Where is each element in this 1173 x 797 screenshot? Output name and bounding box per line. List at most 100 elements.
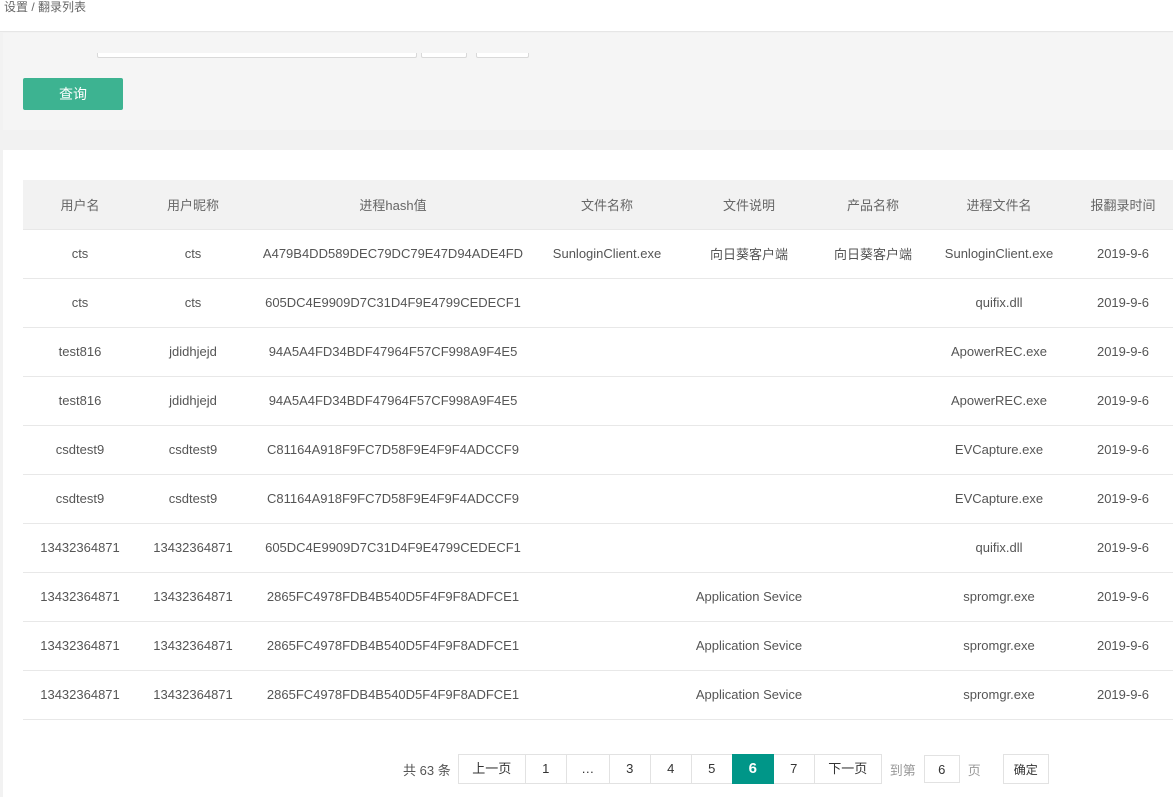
table-cell: 13432364871 bbox=[23, 670, 137, 720]
table-cell bbox=[821, 670, 925, 720]
table-cell: quifix.dll bbox=[925, 523, 1073, 573]
table-cell: csdtest9 bbox=[23, 425, 137, 475]
table-cell: Application Sevice bbox=[677, 670, 821, 720]
total-count: 共 63 条 bbox=[403, 762, 451, 778]
table-cell: 13432364871 bbox=[137, 670, 249, 720]
table-cell: Application Sevice bbox=[677, 621, 821, 671]
column-header: 进程文件名 bbox=[925, 180, 1073, 230]
prev-page-button[interactable]: 上一页 bbox=[457, 754, 526, 784]
table-panel: 用户名 用户昵称 进程hash值 文件名称 文件说明 产品名称 进程文件名 报翻… bbox=[3, 150, 1173, 797]
table-cell: cts bbox=[137, 229, 249, 279]
table-cell bbox=[821, 474, 925, 524]
table-cell: test816 bbox=[23, 327, 137, 377]
table-cell: quifix.dll bbox=[925, 278, 1073, 328]
table-cell: 94A5A4FD34BDF47964F57CF998A9F4E5 bbox=[249, 376, 537, 426]
table-cell: 13432364871 bbox=[23, 621, 137, 671]
goto-suffix-label: 页 bbox=[967, 762, 981, 778]
next-page-button[interactable]: 下一页 bbox=[813, 754, 882, 784]
table-cell: EVCapture.exe bbox=[925, 425, 1073, 475]
table-cell: spromgr.exe bbox=[925, 572, 1073, 622]
table-cell: 2019-9-6 bbox=[1073, 376, 1173, 426]
table-cell bbox=[537, 523, 677, 573]
pagination: 共 63 条 上一页 1 … 3 4 5 6 7 下一页 到第 页 确定 bbox=[403, 754, 1049, 784]
records-table: 用户名 用户昵称 进程hash值 文件名称 文件说明 产品名称 进程文件名 报翻… bbox=[23, 180, 1173, 720]
breadcrumb: 设置 / 翻录列表 bbox=[0, 0, 1173, 32]
table-cell bbox=[537, 621, 677, 671]
table-cell: cts bbox=[23, 229, 137, 279]
table-cell bbox=[821, 572, 925, 622]
table-cell: 2019-9-6 bbox=[1073, 425, 1173, 475]
table-cell bbox=[537, 572, 677, 622]
breadcrumb-current: 翻录列表 bbox=[38, 0, 87, 14]
table-row: test816 jdidhjejd 94A5A4FD34BDF47964F57CF9… bbox=[23, 327, 1173, 377]
table-cell: 2019-9-6 bbox=[1073, 278, 1173, 328]
table-cell: jdidhjejd bbox=[137, 376, 249, 426]
table-cell: 605DC4E9909D7C31D4F9E4799CEDECF1 bbox=[249, 278, 537, 328]
table-cell: 2019-9-6 bbox=[1073, 474, 1173, 524]
table-row: test816 jdidhjejd 94A5A4FD34BDF47964F57CF9… bbox=[23, 376, 1173, 426]
breadcrumb-separator: / bbox=[31, 0, 35, 14]
goto-prefix-label: 到第 bbox=[889, 762, 916, 778]
table-cell: 13432364871 bbox=[23, 572, 137, 622]
goto-page-input[interactable] bbox=[923, 755, 960, 783]
table-cell: 13432364871 bbox=[137, 523, 249, 573]
table-cell bbox=[537, 278, 677, 328]
breadcrumb-parent[interactable]: 设置 bbox=[4, 0, 28, 14]
table-row: cts cts A479B4DD589DEC79DC79E47D94ADE4FD Su… bbox=[23, 229, 1173, 279]
table-cell bbox=[677, 376, 821, 426]
table-cell: 向日葵客户端 bbox=[677, 229, 821, 279]
page-button-1[interactable]: 1 bbox=[524, 754, 567, 784]
table-cell: 2019-9-6 bbox=[1073, 327, 1173, 377]
table-cell: 2019-9-6 bbox=[1073, 621, 1173, 671]
table-cell: ApowerREC.exe bbox=[925, 376, 1073, 426]
table-cell: csdtest9 bbox=[137, 425, 249, 475]
search-panel: 查询 bbox=[3, 33, 1173, 130]
table-cell: EVCapture.exe bbox=[925, 474, 1073, 524]
table-cell: 2865FC4978FDB4B540D5F4F9F8ADFCE1 bbox=[249, 621, 537, 671]
table-row: cts cts 605DC4E9909D7C31D4F9E4799CEDECF1 qu… bbox=[23, 278, 1173, 328]
table-row: csdtest9 csdtest9 C81164A918F9FC7D58F9E4F9… bbox=[23, 474, 1173, 524]
table-cell bbox=[677, 278, 821, 328]
page-button-7[interactable]: 7 bbox=[772, 754, 815, 784]
table-cell bbox=[821, 327, 925, 377]
table-cell: 2865FC4978FDB4B540D5F4F9F8ADFCE1 bbox=[249, 572, 537, 622]
table-cell: csdtest9 bbox=[137, 474, 249, 524]
table-cell: 94A5A4FD34BDF47964F57CF998A9F4E5 bbox=[249, 327, 537, 377]
table-cell bbox=[821, 621, 925, 671]
query-button[interactable]: 查询 bbox=[23, 78, 123, 110]
table-header-row: 用户名 用户昵称 进程hash值 文件名称 文件说明 产品名称 进程文件名 报翻… bbox=[23, 180, 1173, 230]
column-header: 用户名 bbox=[23, 180, 137, 230]
table-cell: ApowerREC.exe bbox=[925, 327, 1073, 377]
filter-select-a[interactable] bbox=[421, 53, 467, 58]
page-ellipsis: … bbox=[565, 754, 610, 784]
table-cell bbox=[821, 376, 925, 426]
table-cell: C81164A918F9FC7D58F9E4F9F4ADCCF9 bbox=[249, 425, 537, 475]
filter-select-b[interactable] bbox=[476, 53, 529, 58]
table-cell: csdtest9 bbox=[23, 474, 137, 524]
table-cell: 2019-9-6 bbox=[1073, 670, 1173, 720]
table-cell: 605DC4E9909D7C31D4F9E4799CEDECF1 bbox=[249, 523, 537, 573]
table-cell bbox=[537, 474, 677, 524]
column-header: 用户昵称 bbox=[137, 180, 249, 230]
table-cell: 2019-9-6 bbox=[1073, 523, 1173, 573]
current-page-button[interactable]: 6 bbox=[731, 754, 774, 784]
table-cell: 13432364871 bbox=[23, 523, 137, 573]
table-cell: jdidhjejd bbox=[137, 327, 249, 377]
column-header: 产品名称 bbox=[821, 180, 925, 230]
table-row: 13432364871 13432364871 2865FC4978FDB4B540… bbox=[23, 670, 1173, 720]
table-cell bbox=[821, 278, 925, 328]
table-cell: 2019-9-6 bbox=[1073, 572, 1173, 622]
page-button-5[interactable]: 5 bbox=[690, 754, 733, 784]
page-button-4[interactable]: 4 bbox=[649, 754, 692, 784]
table-cell: spromgr.exe bbox=[925, 621, 1073, 671]
table-cell: spromgr.exe bbox=[925, 670, 1073, 720]
table-cell: A479B4DD589DEC79DC79E47D94ADE4FD bbox=[249, 229, 537, 279]
goto-confirm-button[interactable]: 确定 bbox=[1002, 754, 1049, 784]
page-button-3[interactable]: 3 bbox=[608, 754, 651, 784]
table-cell: 13432364871 bbox=[137, 621, 249, 671]
search-input[interactable] bbox=[97, 53, 417, 58]
table-cell: 2865FC4978FDB4B540D5F4F9F8ADFCE1 bbox=[249, 670, 537, 720]
table-cell bbox=[537, 376, 677, 426]
table-row: 13432364871 13432364871 2865FC4978FDB4B540… bbox=[23, 621, 1173, 671]
table-body: cts cts A479B4DD589DEC79DC79E47D94ADE4FD Su… bbox=[23, 229, 1173, 720]
